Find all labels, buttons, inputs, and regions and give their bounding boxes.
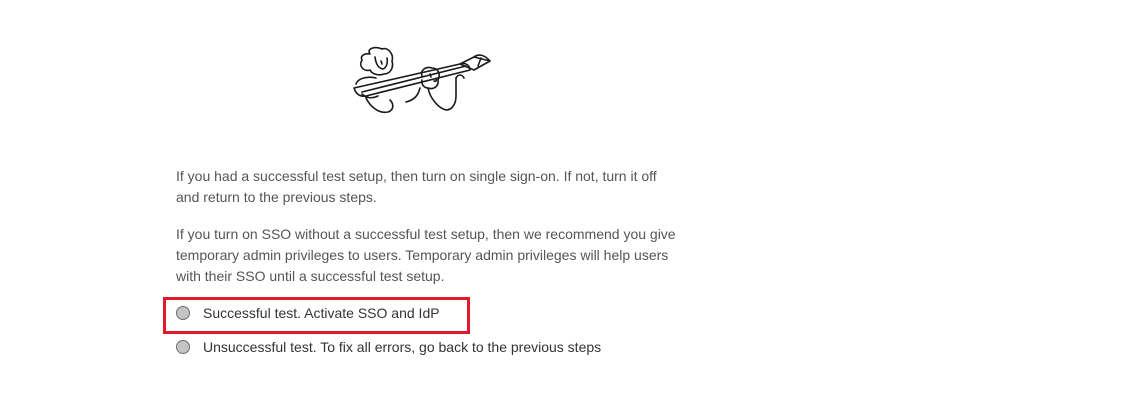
- people-carrying-pencil-illustration: [353, 46, 491, 114]
- option-label-unsuccessful-test: Unsuccessful test. To fix all errors, go…: [203, 339, 602, 355]
- instructions-section: If you had a successful test setup, then…: [176, 166, 676, 287]
- radio-button-successful-test[interactable]: [176, 306, 190, 320]
- instruction-paragraph-temporary-admin: If you turn on SSO without a successful …: [176, 226, 676, 284]
- option-label-successful-test: Successful test. Activate SSO and IdP: [203, 305, 440, 321]
- test-result-radio-group: Successful test. Activate SSO and IdP Un…: [176, 302, 696, 358]
- option-successful-test[interactable]: Successful test. Activate SSO and IdP: [176, 302, 696, 324]
- instruction-paragraph-successful-setup: If you had a successful test setup, then…: [176, 168, 657, 205]
- radio-button-unsuccessful-test[interactable]: [176, 340, 190, 354]
- option-unsuccessful-test[interactable]: Unsuccessful test. To fix all errors, go…: [176, 336, 696, 358]
